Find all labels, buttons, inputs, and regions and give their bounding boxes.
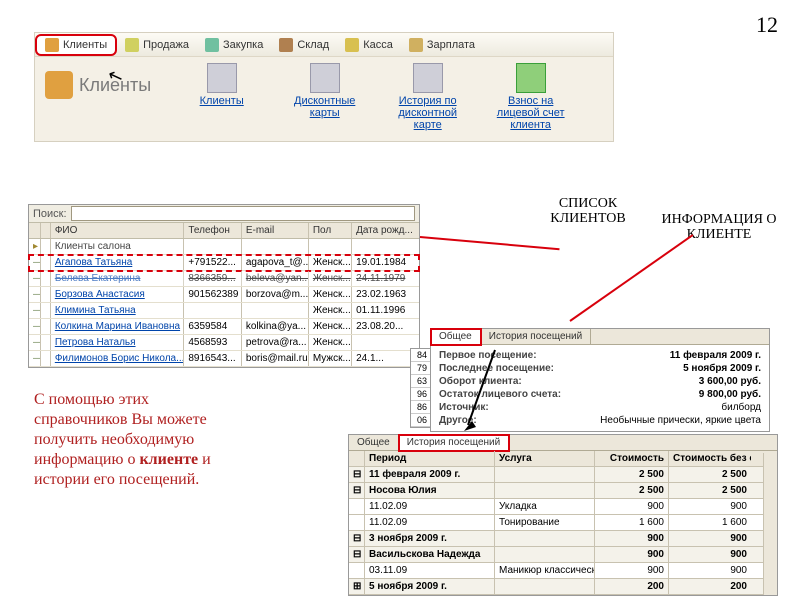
- menu-label: Касса: [363, 39, 393, 51]
- col-service[interactable]: Услуга: [495, 451, 595, 466]
- history-row[interactable]: ⊟11 февраля 2009 г.2 5002 500: [349, 467, 777, 483]
- arrow-line: [569, 234, 693, 322]
- action-discount[interactable]: Дисконтные карты: [282, 63, 367, 119]
- table-row[interactable]: Агапова Татьяна+791522...agapova_t@...Же…: [29, 255, 419, 271]
- tab-general[interactable]: Общее: [431, 329, 481, 345]
- section-title: Клиенты: [45, 63, 161, 99]
- page-number: 12: [756, 12, 778, 38]
- table-row[interactable]: Филимонов Борис Никола...8916543...boris…: [29, 351, 419, 367]
- clients-list-window: Поиск: ФИО Телефон E-mail Пол Дата рожд.…: [28, 204, 420, 368]
- history-row[interactable]: ⊞5 ноября 2009 г.200200: [349, 579, 777, 595]
- table-row[interactable]: Петрова Наталья4568593petrova@ra...Женск…: [29, 335, 419, 351]
- v: 11 февраля 2009 г.: [670, 350, 761, 361]
- history-row[interactable]: ⊟3 ноября 2009 г.900900: [349, 531, 777, 547]
- clients-table-header: ФИО Телефон E-mail Пол Дата рожд...: [29, 223, 419, 239]
- cursor-arrow-icon: [460, 345, 500, 435]
- txt-bold: клиенте: [139, 451, 198, 468]
- section-actions: Клиенты Клиенты Дисконтные карты История…: [35, 57, 613, 141]
- explanation-text: С помощью этих справочников Вы можете по…: [34, 390, 214, 490]
- search-row: Поиск:: [29, 205, 419, 223]
- menu-cash[interactable]: Касса: [337, 34, 401, 56]
- scrollbar[interactable]: [763, 453, 777, 595]
- history-row[interactable]: ⊟Носова Юлия2 5002 500: [349, 483, 777, 499]
- action-label: Дисконтные карты: [282, 95, 367, 119]
- action-label: Клиенты: [200, 95, 244, 107]
- menu-label: Продажа: [143, 39, 189, 51]
- clients-big-icon: [45, 71, 73, 99]
- cash-icon: [345, 38, 359, 52]
- col-mail[interactable]: E-mail: [242, 223, 309, 238]
- history-row[interactable]: ⊟Васильскова Надежда900900: [349, 547, 777, 563]
- menu-salary[interactable]: Зарплата: [401, 34, 483, 56]
- v: 9 800,00 руб.: [699, 389, 761, 400]
- v: 3 600,00 руб.: [699, 376, 761, 387]
- table-row[interactable]: Борзова Анастасия901562389borzova@m...Же…: [29, 287, 419, 303]
- tab-history[interactable]: История посещений: [481, 329, 591, 344]
- search-input[interactable]: [71, 206, 415, 221]
- menu-buy[interactable]: Закупка: [197, 34, 271, 56]
- menu-stock[interactable]: Склад: [271, 34, 337, 56]
- k: Остаток лицевого счета:: [439, 389, 561, 400]
- salary-icon: [409, 38, 423, 52]
- menu-sale[interactable]: Продажа: [117, 34, 197, 56]
- users-icon: [45, 38, 59, 52]
- history-panel: Общее История посещений Период Услуга Ст…: [348, 434, 778, 596]
- table-row[interactable]: Климина ТатьянаЖенск...01.11.1996: [29, 303, 419, 319]
- col-sex[interactable]: Пол: [309, 223, 352, 238]
- info-tabs: Общее История посещений: [431, 329, 769, 345]
- table-group-row[interactable]: Клиенты салона: [29, 239, 419, 255]
- history-icon: [413, 63, 443, 93]
- history-row[interactable]: 11.02.09Тонирование1 6001 600: [349, 515, 777, 531]
- top-toolbar: Клиенты Продажа Закупка Склад Касса Зарп…: [34, 32, 614, 142]
- cards-icon: [310, 63, 340, 93]
- menu-label: Склад: [297, 39, 329, 51]
- v: Необычные прически, яркие цвета: [600, 415, 761, 426]
- arrow-line: [420, 236, 560, 250]
- col-flag2[interactable]: [41, 223, 51, 238]
- tab-general[interactable]: Общее: [349, 435, 399, 450]
- label-client-info: ИНФОРМАЦИЯ О КЛИЕНТЕ: [654, 212, 784, 243]
- search-label: Поиск:: [33, 208, 67, 220]
- stock-icon: [279, 38, 293, 52]
- col-cost[interactable]: Стоимость: [595, 451, 669, 466]
- col-period[interactable]: Период: [365, 451, 495, 466]
- buy-icon: [205, 38, 219, 52]
- action-clients[interactable]: Клиенты: [179, 63, 264, 107]
- col-tel[interactable]: Телефон: [184, 223, 241, 238]
- history-row[interactable]: 11.02.09Укладка900900: [349, 499, 777, 515]
- menu-label: Клиенты: [63, 39, 107, 51]
- menu-label: Зарплата: [427, 39, 475, 51]
- v: билборд: [721, 402, 761, 413]
- col-cost-nodisc[interactable]: Стоимость без скидок: [669, 451, 751, 466]
- action-label: История по дисконтной карте: [385, 95, 470, 131]
- action-label: Взнос на лицевой счет клиента: [488, 95, 573, 131]
- col-flag[interactable]: [29, 223, 41, 238]
- table-row[interactable]: Колкина Марина Ивановна6359584kolkina@ya…: [29, 319, 419, 335]
- history-row[interactable]: 03.11.09Маникюр классически...900900: [349, 563, 777, 579]
- table-row[interactable]: Белева Екатерина8366359...beleva@yan...Ж…: [29, 271, 419, 287]
- label-clients-list: СПИСОК КЛИЕНТОВ: [528, 196, 648, 227]
- menu-clients[interactable]: Клиенты: [35, 34, 117, 56]
- clients-icon: [207, 63, 237, 93]
- history-tabs: Общее История посещений: [349, 435, 777, 451]
- col-fio[interactable]: ФИО: [51, 223, 185, 238]
- action-deposit[interactable]: Взнос на лицевой счет клиента: [488, 63, 573, 131]
- sale-icon: [125, 38, 139, 52]
- tab-history[interactable]: История посещений: [399, 435, 509, 451]
- action-history[interactable]: История по дисконтной карте: [385, 63, 470, 131]
- deposit-icon: [516, 63, 546, 93]
- col-dob[interactable]: Дата рожд...: [352, 223, 419, 238]
- main-menu: Клиенты Продажа Закупка Склад Касса Зарп…: [35, 33, 613, 57]
- menu-label: Закупка: [223, 39, 263, 51]
- v: 5 ноября 2009 г.: [683, 363, 761, 374]
- history-header: Период Услуга Стоимость Стоимость без ск…: [349, 451, 777, 467]
